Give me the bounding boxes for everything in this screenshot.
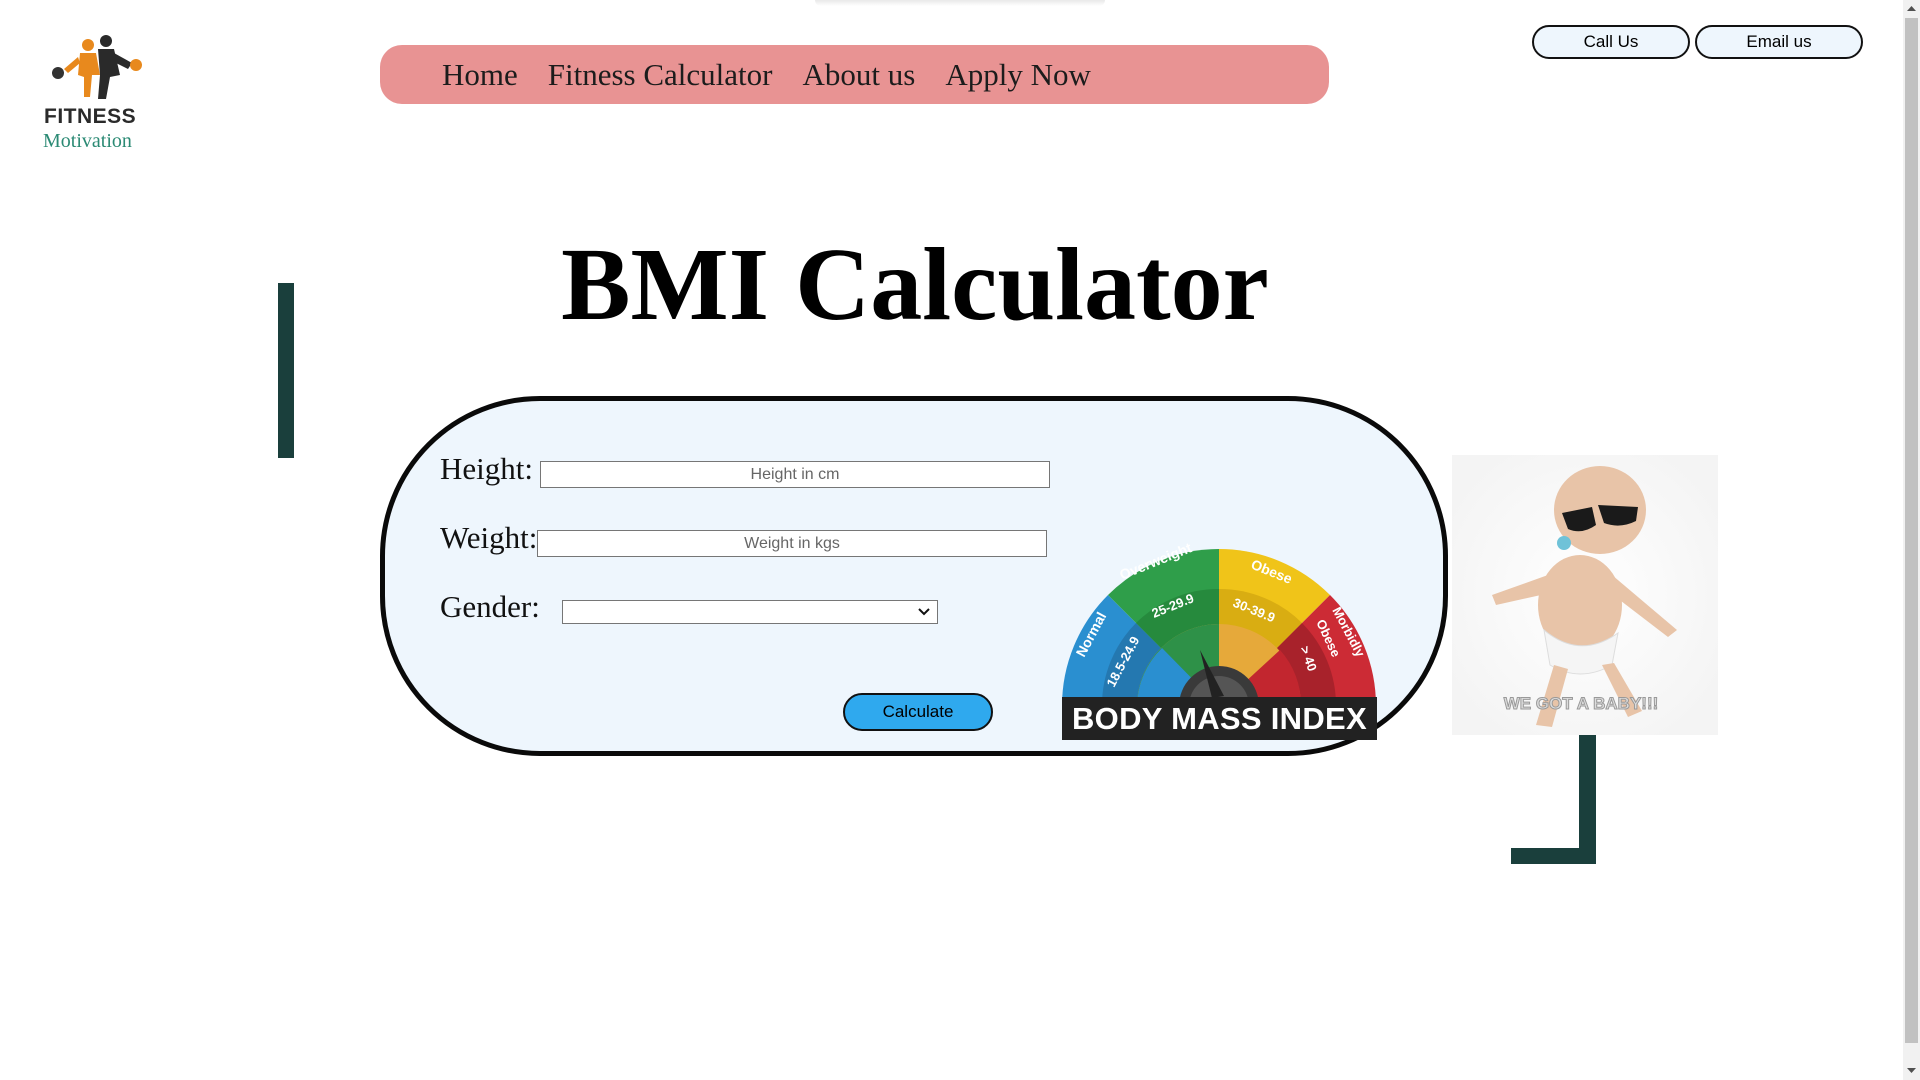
scroll-up-arrow-icon[interactable]	[1906, 2, 1917, 16]
nav-item-about-us[interactable]: About us	[803, 57, 916, 93]
weight-label: Weight:	[440, 520, 538, 555]
page-title: BMI Calculator	[561, 227, 1269, 342]
nav-item-fitness-calculator[interactable]: Fitness Calculator	[548, 57, 773, 93]
dancing-baby-image	[1452, 455, 1718, 735]
call-us-button[interactable]: Call Us	[1532, 25, 1690, 59]
top-glow	[815, 0, 1105, 6]
email-us-button[interactable]: Email us	[1695, 25, 1863, 59]
decorative-bar-right-vertical	[1579, 730, 1596, 864]
gender-select[interactable]	[562, 600, 938, 624]
baby-caption: WE GOT A BABY!!!	[1503, 694, 1659, 714]
scroll-down-arrow-icon[interactable]	[1906, 1063, 1917, 1077]
height-label: Height:	[440, 451, 533, 486]
chevron-down-icon	[918, 608, 930, 616]
height-input[interactable]	[540, 461, 1050, 488]
calculate-button[interactable]: Calculate	[843, 693, 993, 731]
gender-label: Gender:	[440, 589, 540, 624]
logo-subtitle: Motivation	[43, 130, 132, 152]
main-nav: Home Fitness Calculator About us Apply N…	[380, 45, 1329, 104]
scrollbar-thumb[interactable]	[1905, 18, 1918, 1043]
nav-item-home[interactable]: Home	[442, 57, 518, 93]
fitness-logo[interactable]: FITNESS Motivation	[40, 35, 150, 155]
page-scrollbar[interactable]	[1903, 0, 1920, 1080]
logo-wordmark: FITNESS	[44, 105, 137, 128]
bmi-gauge-caption: BODY MASS INDEX	[1062, 697, 1377, 740]
nav-item-apply-now[interactable]: Apply Now	[945, 57, 1091, 93]
athlete-logo-icon	[52, 35, 142, 99]
decorative-bar-right-horizontal	[1511, 848, 1596, 864]
decorative-bar-left	[278, 283, 294, 458]
weight-input[interactable]	[537, 530, 1047, 557]
